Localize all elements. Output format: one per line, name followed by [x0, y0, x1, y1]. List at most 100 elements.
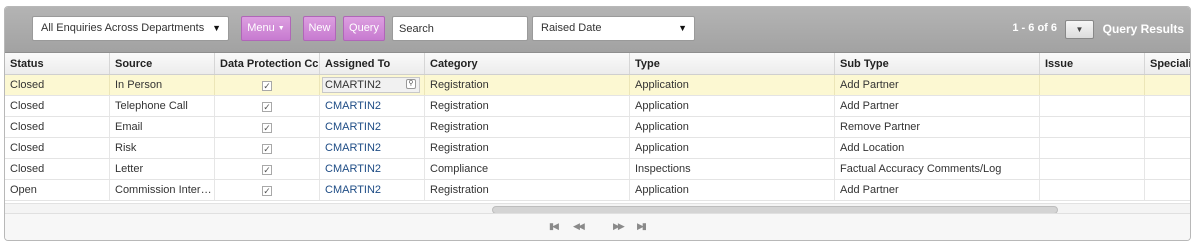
pager-count: 1 - 6 of 6 [1012, 22, 1057, 34]
enquiries-panel: All Enquiries Across Departments ▼ Menu ▼… [4, 6, 1191, 241]
toolbar: All Enquiries Across Departments ▼ Menu ▼… [5, 7, 1190, 53]
cell-specialism [1145, 96, 1190, 116]
cell-specialism [1145, 180, 1190, 200]
cell-assigned-to[interactable]: CMARTIN2 [320, 96, 425, 116]
checkbox-checked-icon[interactable]: ✓ [262, 186, 272, 196]
cell-category: Registration [425, 138, 630, 158]
grid-header: Status Source Data Protection Cc Assigned T… [5, 53, 1190, 75]
cell-status: Closed [5, 138, 110, 158]
first-page-icon[interactable]: ▮◀ [549, 221, 559, 232]
checkbox-checked-icon[interactable]: ✓ [262, 123, 272, 133]
cell-assigned-to[interactable]: CMARTIN2 [320, 180, 425, 200]
cell-data-protection[interactable]: ✓ [215, 138, 320, 158]
last-page-icon[interactable]: ▶▮ [637, 221, 647, 232]
table-row[interactable]: Closed Telephone Call ✓ CMARTIN2 Registratio… [5, 96, 1190, 117]
cell-status: Closed [5, 117, 110, 137]
cell-category: Registration [425, 96, 630, 116]
cell-sub-type: Add Partner [835, 180, 1040, 200]
cell-type: Inspections [630, 159, 835, 179]
column-header-category[interactable]: Category [425, 53, 630, 74]
query-results-toggle-button[interactable]: ▼ [1065, 20, 1094, 39]
dropdown-arrow-icon: ▼ [678, 23, 687, 33]
checkbox-checked-icon[interactable]: ✓ [262, 102, 272, 112]
view-select-value: All Enquiries Across Departments [41, 22, 205, 34]
previous-page-icon[interactable]: ◀◀ [573, 221, 585, 232]
cell-type: Application [630, 138, 835, 158]
checkbox-checked-icon[interactable]: ✓ [262, 81, 272, 91]
column-header-type[interactable]: Type [630, 53, 835, 74]
cell-source: Email [110, 117, 215, 137]
checkbox-checked-icon[interactable]: ✓ [262, 165, 272, 175]
cell-sub-type: Add Location [835, 138, 1040, 158]
cell-status: Closed [5, 159, 110, 179]
table-row[interactable]: Closed Email ✓ CMARTIN2 Registration Applicat… [5, 117, 1190, 138]
cell-issue [1040, 75, 1145, 95]
cell-category: Registration [425, 75, 630, 95]
cell-data-protection[interactable]: ✓ [215, 159, 320, 179]
column-header-sub-type[interactable]: Sub Type [835, 53, 1040, 74]
column-header-status[interactable]: Status [5, 53, 110, 74]
cell-issue [1040, 159, 1145, 179]
cell-specialism [1145, 159, 1190, 179]
cell-assigned-to[interactable]: CMARTIN2 [320, 138, 425, 158]
table-row[interactable]: Closed In Person ✓ CMARTIN2 ⚲ Registration App… [5, 75, 1190, 96]
cell-issue [1040, 138, 1145, 158]
table-row[interactable]: Open Commission Inter… ✓ CMARTIN2 Registrati… [5, 180, 1190, 201]
cell-issue [1040, 180, 1145, 200]
cell-source: Risk [110, 138, 215, 158]
date-select[interactable]: Raised Date ▼ [532, 16, 695, 41]
date-select-value: Raised Date [541, 22, 602, 34]
cell-data-protection[interactable]: ✓ [215, 75, 320, 95]
checkbox-checked-icon[interactable]: ✓ [262, 144, 272, 154]
cell-assigned-to[interactable]: CMARTIN2 ⚲ [320, 75, 425, 95]
grid-body: Closed In Person ✓ CMARTIN2 ⚲ Registration App… [5, 75, 1190, 201]
new-button[interactable]: New [303, 16, 336, 41]
lookup-icon[interactable]: ⚲ [406, 79, 416, 89]
cell-source: Commission Inter… [110, 180, 215, 200]
menu-button[interactable]: Menu ▼ [241, 16, 291, 41]
assigned-to-input[interactable]: CMARTIN2 ⚲ [322, 77, 420, 93]
cell-category: Compliance [425, 159, 630, 179]
menu-button-label: Menu [247, 22, 275, 34]
table-row[interactable]: Closed Risk ✓ CMARTIN2 Registration Applicati… [5, 138, 1190, 159]
cell-source: Telephone Call [110, 96, 215, 116]
cell-type: Application [630, 180, 835, 200]
next-page-icon[interactable]: ▶▶ [613, 221, 625, 232]
column-header-source[interactable]: Source [110, 53, 215, 74]
cell-category: Registration [425, 180, 630, 200]
cell-source: In Person [110, 75, 215, 95]
query-button[interactable]: Query [343, 16, 385, 41]
menu-arrow-icon: ▼ [277, 25, 285, 32]
cell-data-protection[interactable]: ✓ [215, 180, 320, 200]
cell-status: Open [5, 180, 110, 200]
toggle-icon: ▼ [1075, 25, 1084, 34]
cell-issue [1040, 117, 1145, 137]
column-header-specialism[interactable]: Speciali [1145, 53, 1190, 74]
cell-type: Application [630, 96, 835, 116]
cell-type: Application [630, 117, 835, 137]
search-input[interactable] [392, 16, 528, 41]
cell-data-protection[interactable]: ✓ [215, 96, 320, 116]
cell-specialism [1145, 117, 1190, 137]
cell-assigned-to[interactable]: CMARTIN2 [320, 117, 425, 137]
cell-status: Closed [5, 75, 110, 95]
cell-sub-type: Add Partner [835, 75, 1040, 95]
column-header-data-protection[interactable]: Data Protection Cc [215, 53, 320, 74]
query-results-label: Query Results [1102, 22, 1184, 36]
table-row[interactable]: Closed Letter ✓ CMARTIN2 Compliance Inspectio… [5, 159, 1190, 180]
cell-sub-type: Remove Partner [835, 117, 1040, 137]
dropdown-arrow-icon: ▼ [212, 23, 221, 33]
assigned-to-value: CMARTIN2 [325, 79, 382, 91]
cell-sub-type: Factual Accuracy Comments/Log [835, 159, 1040, 179]
cell-specialism [1145, 138, 1190, 158]
cell-status: Closed [5, 96, 110, 116]
pagination-footer: ▮◀ ◀◀ ▶▶ ▶▮ [5, 213, 1190, 240]
column-header-issue[interactable]: Issue [1040, 53, 1145, 74]
cell-data-protection[interactable]: ✓ [215, 117, 320, 137]
cell-sub-type: Add Partner [835, 96, 1040, 116]
cell-source: Letter [110, 159, 215, 179]
cell-type: Application [630, 75, 835, 95]
cell-assigned-to[interactable]: CMARTIN2 [320, 159, 425, 179]
view-select[interactable]: All Enquiries Across Departments ▼ [32, 16, 229, 41]
column-header-assigned-to[interactable]: Assigned To [320, 53, 425, 74]
